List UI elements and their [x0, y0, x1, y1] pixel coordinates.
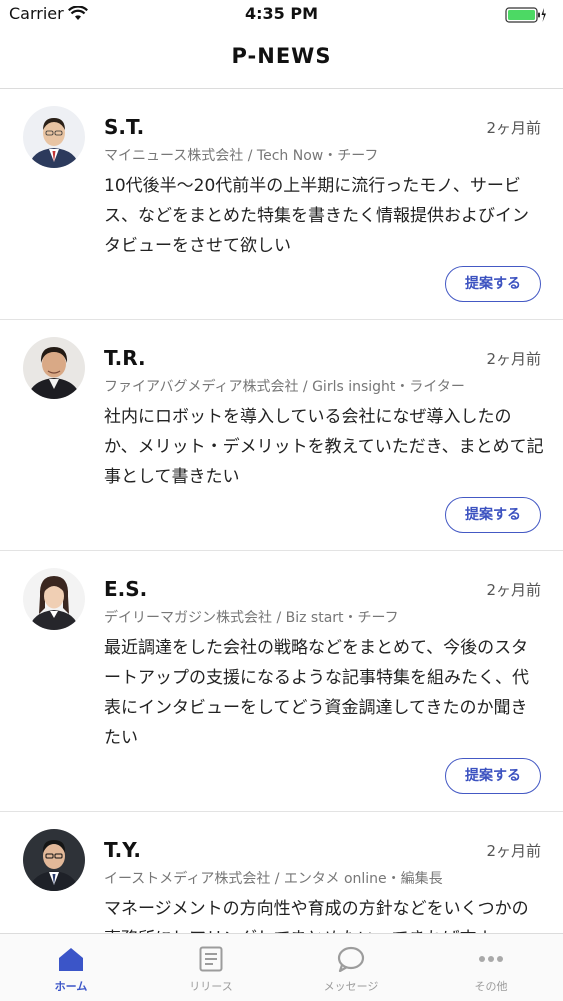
- request-body: マネージメントの方向性や育成の方針などをいくつかの事務所にヒアリングしてまとめた…: [104, 899, 529, 933]
- poster-affiliation: ファイアバグメディア株式会社 / Girls insight・ライター: [104, 379, 465, 395]
- avatar[interactable]: [23, 337, 85, 399]
- more-icon: [477, 946, 505, 976]
- tab-label: ホーム: [54, 980, 88, 993]
- request-card[interactable]: T.Y. 2ヶ月前 イーストメディア株式会社 / エンタメ online・編集長…: [0, 812, 563, 933]
- nav-header: P-NEWS: [0, 30, 563, 89]
- app-title: P-NEWS: [231, 44, 332, 68]
- request-card[interactable]: E.S. 2ヶ月前 デイリーマガジン株式会社 / Biz start・チーフ 最…: [0, 551, 563, 812]
- poster-affiliation: イーストメディア株式会社 / エンタメ online・編集長: [104, 871, 443, 887]
- home-icon: [58, 946, 84, 976]
- poster-name: T.R.: [104, 346, 146, 370]
- tab-label: メッセージ: [323, 980, 379, 993]
- posted-time: 2ヶ月前: [486, 350, 541, 368]
- tab-label: リリース: [189, 980, 233, 993]
- request-body: 最近調達をした会社の戦略などをまとめて、今後のスタートアップの支援になるような記…: [104, 638, 529, 748]
- propose-button[interactable]: 提案する: [445, 266, 541, 302]
- status-time: 4:35 PM: [244, 4, 318, 23]
- request-body: 社内にロボットを導入している会社になぜ導入したのか、メリット・デメリットを教えて…: [104, 407, 544, 487]
- tab-more[interactable]: その他: [421, 934, 561, 1001]
- tab-label: その他: [474, 980, 508, 993]
- avatar[interactable]: [23, 106, 85, 168]
- request-card[interactable]: T.R. 2ヶ月前 ファイアバグメディア株式会社 / Girls insight…: [0, 320, 563, 551]
- tab-messages[interactable]: メッセージ: [281, 934, 421, 1001]
- tab-home[interactable]: ホーム: [1, 934, 141, 1001]
- posted-time: 2ヶ月前: [486, 842, 541, 860]
- poster-name: S.T.: [104, 115, 145, 139]
- poster-name: E.S.: [104, 577, 148, 601]
- propose-button[interactable]: 提案する: [445, 497, 541, 533]
- poster-affiliation: マイニュース株式会社 / Tech Now・チーフ: [104, 148, 379, 164]
- posted-time: 2ヶ月前: [486, 119, 541, 137]
- avatar[interactable]: [23, 829, 85, 891]
- poster-name: T.Y.: [104, 838, 141, 862]
- request-feed[interactable]: S.T. 2ヶ月前 マイニュース株式会社 / Tech Now・チーフ 10代後…: [0, 89, 563, 933]
- posted-time: 2ヶ月前: [486, 581, 541, 599]
- document-icon: [199, 946, 223, 976]
- request-card[interactable]: S.T. 2ヶ月前 マイニュース株式会社 / Tech Now・チーフ 10代後…: [0, 89, 563, 320]
- tab-releases[interactable]: リリース: [141, 934, 281, 1001]
- propose-button[interactable]: 提案する: [445, 758, 541, 794]
- avatar[interactable]: [23, 568, 85, 630]
- status-bar: Carrier 4:35 PM: [0, 0, 563, 30]
- tab-bar: ホーム リリース メッセージ その他: [0, 933, 563, 1001]
- battery-icon: [505, 6, 547, 28]
- request-body: 10代後半〜20代前半の上半期に流行ったモノ、サービス、などをまとめた特集を書き…: [104, 176, 529, 256]
- chat-bubble-icon: [337, 946, 365, 976]
- poster-affiliation: デイリーマガジン株式会社 / Biz start・チーフ: [104, 610, 399, 626]
